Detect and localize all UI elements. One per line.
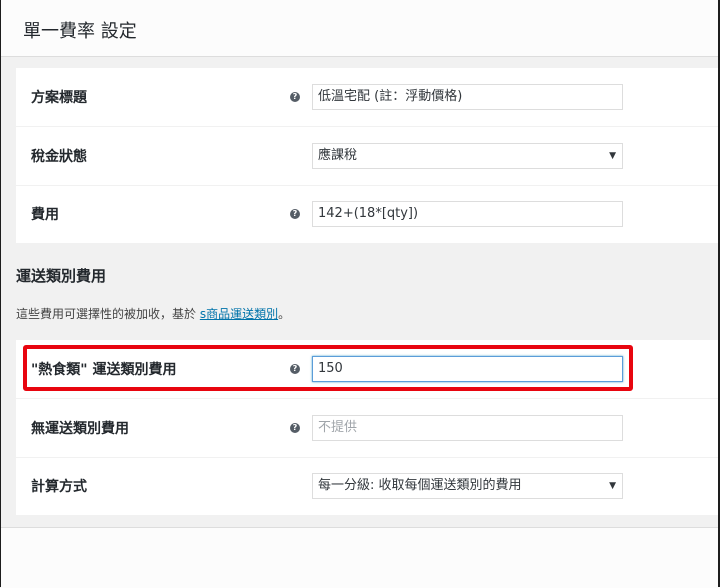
tax-status-select[interactable]: 應課稅 ▼	[312, 143, 623, 169]
settings-table: 方案標題 ? 低溫宅配 (註：浮動價格) 稅金狀態 應課稅 ▼ 費用 ? 142…	[16, 68, 720, 244]
help-tip-icon[interactable]: ?	[290, 423, 300, 433]
cost-label: 費用	[31, 207, 59, 223]
class-costs-table: "熱食類" 運送類別費用 ? 150 無運送類別費用 ? 不提供 計算方式 每一…	[16, 340, 720, 516]
calc-type-label: 計算方式	[31, 479, 87, 495]
tax-status-label: 稅金狀態	[31, 149, 87, 165]
modal-header: 單一費率 設定	[1, 0, 720, 57]
shipping-classes-link[interactable]: s商品運送類別	[200, 307, 278, 321]
method-title-label: 方案標題	[31, 90, 87, 106]
method-title-input[interactable]: 低溫宅配 (註：浮動價格)	[312, 84, 623, 110]
cost-input[interactable]: 142+(18*[qty])	[312, 201, 623, 227]
row-no-class-cost: 無運送類別費用 ? 不提供	[16, 399, 720, 458]
shipping-settings-modal: 單一費率 設定 方案標題 ? 低溫宅配 (註：浮動價格) 稅金狀態 應課稅 ▼ …	[0, 0, 720, 588]
class-cost-label: "熱食類" 運送類別費用	[31, 362, 177, 378]
no-class-cost-input[interactable]: 不提供	[312, 415, 623, 441]
description-text: 這些費用可選擇性的被加收，基於	[16, 307, 200, 321]
calc-type-select[interactable]: 每一分級: 收取每個運送類別的費用 ▼	[312, 473, 623, 499]
modal-footer	[1, 527, 720, 588]
row-class-cost: "熱食類" 運送類別費用 ? 150	[16, 340, 720, 399]
help-tip-icon[interactable]: ?	[290, 92, 300, 102]
row-cost: 費用 ? 142+(18*[qty])	[16, 185, 720, 244]
no-class-cost-label: 無運送類別費用	[31, 421, 129, 437]
row-tax-status: 稅金狀態 應課稅 ▼	[16, 127, 720, 186]
row-calc-type: 計算方式 每一分級: 收取每個運送類別的費用 ▼	[16, 457, 720, 516]
row-method-title: 方案標題 ? 低溫宅配 (註：浮動價格)	[16, 68, 720, 127]
calc-type-value: 每一分級: 收取每個運送類別的費用	[318, 478, 522, 493]
class-cost-input[interactable]: 150	[312, 356, 623, 382]
help-tip-icon[interactable]: ?	[290, 364, 300, 374]
dropdown-arrow-icon: ▼	[609, 151, 616, 161]
tax-status-value: 應課稅	[318, 148, 358, 163]
dropdown-arrow-icon: ▼	[609, 481, 616, 491]
modal-title: 單一費率 設定	[23, 21, 137, 42]
shipping-class-description: 這些費用可選擇性的被加收，基於 s商品運送類別。	[16, 305, 290, 322]
description-suffix: 。	[278, 307, 291, 321]
shipping-class-heading: 運送類別費用	[16, 267, 107, 285]
help-tip-icon[interactable]: ?	[290, 209, 300, 219]
